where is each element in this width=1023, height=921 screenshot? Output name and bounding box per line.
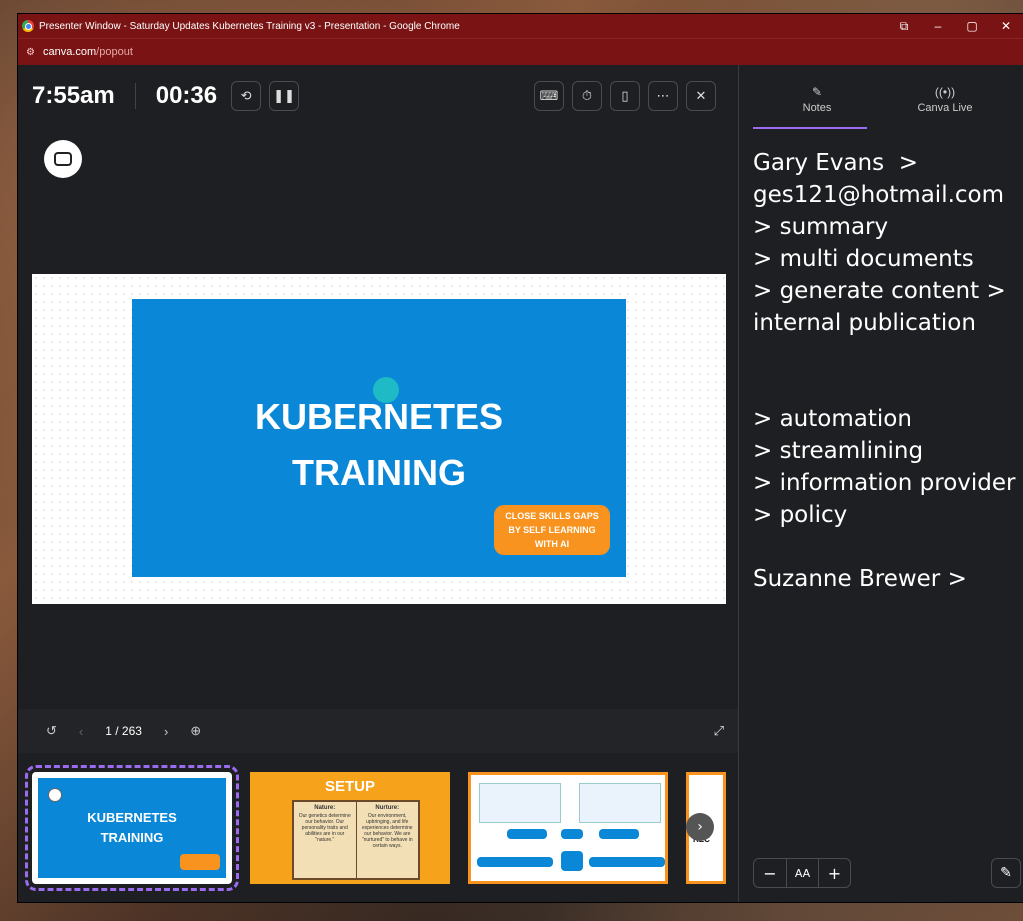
- more-icon: ⋯: [656, 88, 670, 104]
- screen-fit-icon: [54, 152, 72, 166]
- presenter-main-panel: 7:55am 00:36 ⟲ ❚❚ ⌨ ⏱ ▯ ⋯ ✕ KUBERNETES T…: [18, 65, 739, 902]
- slide-title: KUBERNETES TRAINING: [132, 389, 626, 501]
- increase-font-button[interactable]: +: [818, 859, 850, 887]
- close-window-button[interactable]: ✕: [989, 19, 1023, 33]
- maximize-button[interactable]: ▢: [955, 19, 989, 33]
- broadcast-icon: ((•)): [934, 85, 956, 99]
- nature-text: Our genetics determine our behavior. Our…: [298, 812, 351, 843]
- presenter-window: Presenter Window - Saturday Updates Kube…: [18, 14, 1023, 902]
- elapsed-timer: 00:36: [155, 82, 218, 109]
- next-slide-button[interactable]: ›: [164, 724, 168, 739]
- slide-navigation: ↺ ‹ 1 / 263 › ⊕ ⤢: [18, 709, 738, 753]
- keyboard-icon: ⌨: [539, 88, 559, 104]
- decrease-font-button[interactable]: −: [754, 859, 786, 887]
- remote-icon: ▯: [621, 88, 629, 104]
- pointer-dot: [373, 377, 399, 403]
- url-path: /popout: [96, 46, 133, 58]
- thumbnail-slide-1[interactable]: KUBERNETES TRAINING: [25, 764, 239, 891]
- presenter-toolbar: 7:55am 00:36 ⟲ ❚❚ ⌨ ⏱ ▯ ⋯ ✕: [32, 79, 724, 113]
- stopwatch-icon: ⏱: [581, 88, 593, 104]
- more-options-button[interactable]: ⋯: [648, 81, 678, 111]
- address-bar[interactable]: ⚙ canva.com/popout: [18, 38, 1023, 65]
- font-size-controls: − AA +: [753, 858, 851, 888]
- profile-card: [579, 782, 661, 823]
- thumbnail-pill: [477, 856, 553, 867]
- timer-button[interactable]: ⏱: [572, 81, 602, 111]
- font-size-label: AA: [786, 859, 818, 887]
- thumbnails-next-button[interactable]: ›: [686, 813, 714, 841]
- close-icon: ✕: [695, 88, 707, 104]
- chevron-right-icon: ›: [697, 819, 703, 835]
- notes-sidebar: ✎ Notes ((•)) Canva Live Gary Evans > ge…: [739, 65, 1023, 902]
- notes-icon: ✎: [811, 85, 823, 99]
- tab-canva-live[interactable]: ((•)) Canva Live: [881, 81, 1009, 129]
- tab-notes-label: Notes: [802, 102, 832, 114]
- zoom-icon[interactable]: ⊕: [190, 723, 201, 739]
- restart-icon[interactable]: ↺: [46, 723, 57, 739]
- edit-icon: ✎: [1000, 865, 1012, 881]
- nature-heading: Nature:: [314, 804, 336, 811]
- popout-icon[interactable]: ⧉: [887, 19, 921, 34]
- fit-screen-button[interactable]: [44, 140, 82, 178]
- thumbnail-icon: [48, 787, 62, 802]
- reset-timer-button[interactable]: ⟲: [231, 81, 262, 111]
- edit-notes-button[interactable]: ✎: [991, 858, 1021, 888]
- thumbnail-badge: [180, 853, 220, 870]
- pause-icon: ❚❚: [273, 88, 296, 104]
- chrome-icon: [22, 20, 34, 32]
- thumbnail-slide-3[interactable]: [468, 771, 668, 884]
- minimize-button[interactable]: –: [921, 19, 955, 33]
- thumbnail-title-line-2: TRAINING: [100, 829, 164, 845]
- slide-title-line-2: TRAINING: [292, 452, 466, 493]
- title-bar: Presenter Window - Saturday Updates Kube…: [18, 14, 1023, 38]
- previous-slide-button[interactable]: ‹: [79, 724, 83, 739]
- history-icon: ⟲: [240, 88, 252, 104]
- url-domain: canva.com: [42, 46, 97, 58]
- fullscreen-icon[interactable]: ⤢: [714, 723, 724, 739]
- pause-timer-button[interactable]: ❚❚: [269, 81, 300, 111]
- thumbnail-slide-2[interactable]: SETUP Nature: Our genetics determine our …: [250, 771, 450, 884]
- page-indicator: 1 / 263: [105, 724, 142, 738]
- toolbar-divider: [134, 83, 136, 109]
- thumbnail-pill: [589, 856, 665, 867]
- window-title: Presenter Window - Saturday Updates Kube…: [39, 20, 460, 32]
- book-illustration: Nature: Our genetics determine our behavi…: [292, 799, 420, 880]
- remote-control-button[interactable]: ▯: [610, 81, 640, 111]
- thumbnail-pill: [561, 828, 583, 839]
- thumbnail-title: SETUP: [324, 777, 375, 795]
- slide-badge: CLOSE SKILLS GAPS BY SELF LEARNING WITH …: [494, 505, 610, 555]
- tab-canva-live-label: Canva Live: [917, 102, 973, 114]
- site-settings-icon[interactable]: ⚙: [26, 47, 35, 58]
- speaker-notes: Gary Evans > ges121@hotmail.com > summar…: [753, 150, 1016, 592]
- nurture-heading: Nurture:: [375, 804, 400, 811]
- thumbnail-pill: [599, 828, 639, 839]
- nurture-text: Our environment, upbringing, and life ex…: [361, 812, 413, 849]
- current-slide[interactable]: KUBERNETES TRAINING CLOSE SKILLS GAPS BY…: [132, 299, 626, 577]
- keyboard-shortcuts-button[interactable]: ⌨: [534, 81, 564, 111]
- thumbnail-pill: [561, 850, 583, 871]
- current-time: 7:55am: [32, 82, 115, 109]
- slide-stage: KUBERNETES TRAINING CLOSE SKILLS GAPS BY…: [32, 274, 726, 604]
- sidebar-tabs: ✎ Notes ((•)) Canva Live: [753, 81, 1009, 129]
- close-presenter-button[interactable]: ✕: [686, 81, 716, 111]
- profile-card: [479, 782, 561, 823]
- thumbnail-title-line-1: KUBERNETES: [87, 809, 177, 825]
- thumbnail-pill: [507, 828, 547, 839]
- thumbnail-strip: KUBERNETES TRAINING SETUP Nature: Our gen…: [18, 753, 738, 902]
- tab-notes[interactable]: ✎ Notes: [753, 81, 881, 129]
